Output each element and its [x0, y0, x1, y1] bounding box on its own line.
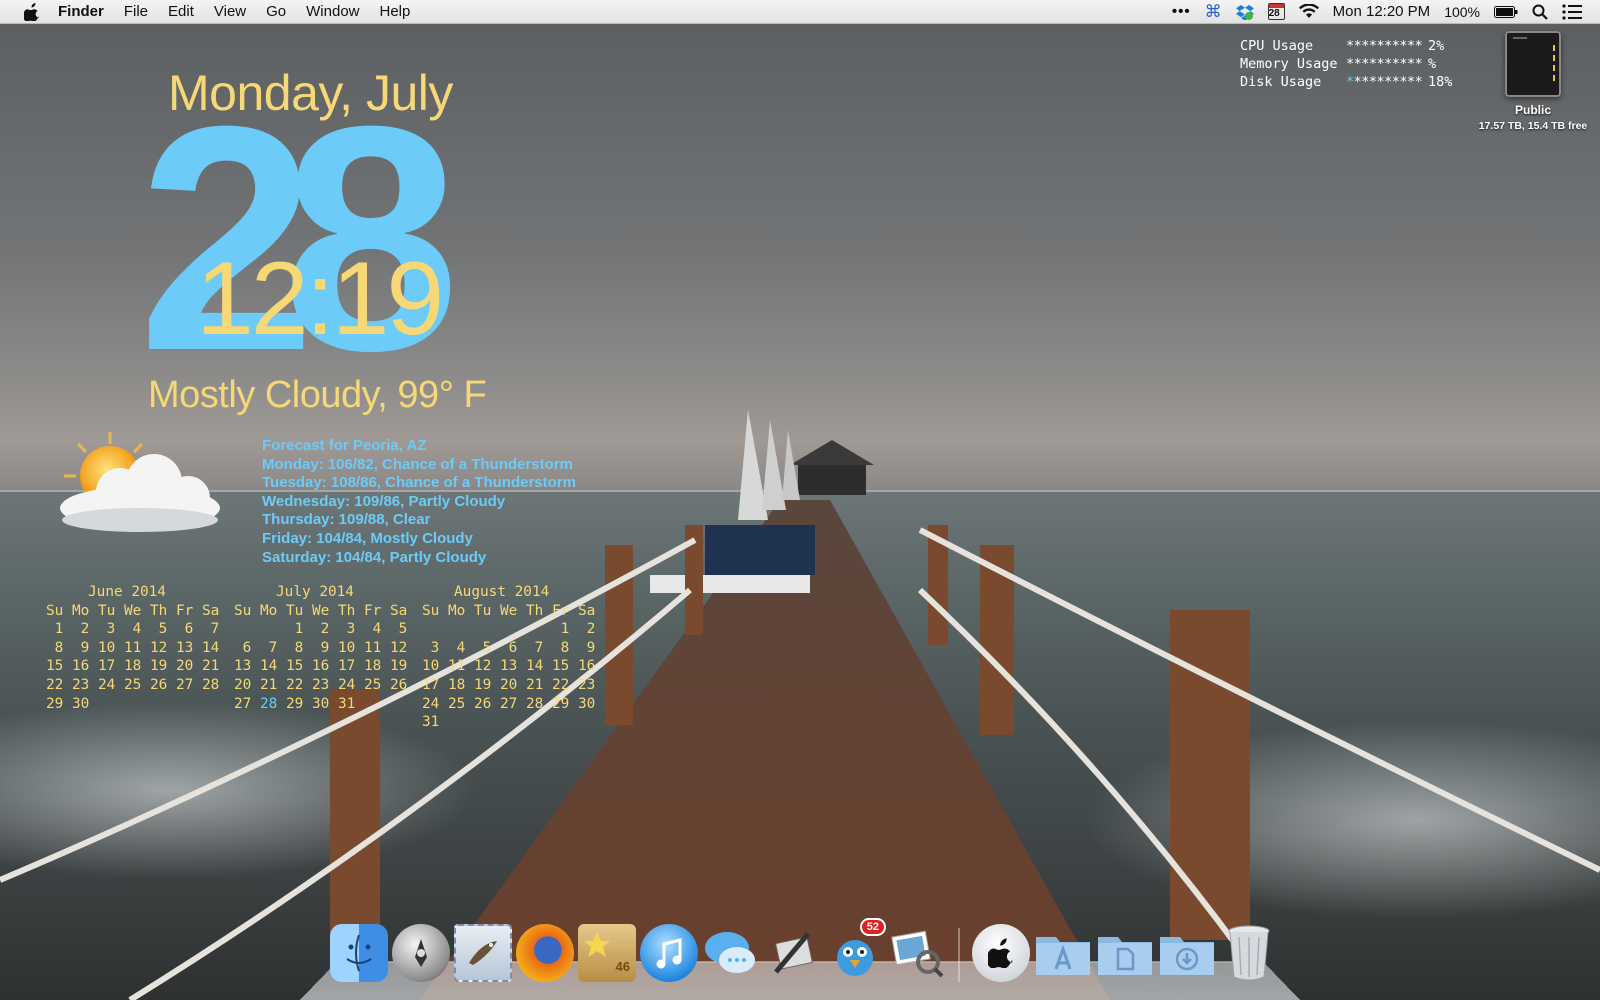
apple-folder-icon[interactable] [972, 924, 1030, 982]
calendar-week: 20 21 22 23 24 25 26 [234, 676, 408, 693]
search-icon[interactable] [1532, 4, 1548, 20]
menu-edit[interactable]: Edit [168, 3, 194, 20]
calendar-week: 8 9 10 11 12 13 14 [46, 639, 220, 656]
menu-clock[interactable]: Mon 12:20 PM [1333, 3, 1431, 20]
forecast-day: Friday: 104/84, Mostly Cloudy [262, 529, 473, 547]
calendar-week: 13 14 15 16 17 18 19 [234, 658, 408, 675]
calendar-days: 29 30 31 [277, 695, 356, 712]
wifi-icon[interactable] [1298, 4, 1319, 19]
forecast-day: Monday: 106/82, Chance of a Thunderstorm [262, 455, 573, 473]
system-stats: CPU Usage ********** 2% Memory Usage ***… [1240, 37, 1452, 91]
itunes-icon[interactable] [640, 924, 698, 982]
drive-icon[interactable] [1505, 31, 1561, 97]
calendar-week: 27 28 29 30 31 [234, 695, 407, 714]
calendar-week: 15 16 17 18 19 20 21 [46, 658, 220, 675]
calendar-icon[interactable]: 28 [1267, 3, 1285, 20]
calendar-title: August 2014 [454, 584, 550, 600]
menu-file[interactable]: File [124, 3, 148, 20]
current-weather: Mostly Cloudy, 99° F [148, 374, 487, 416]
calendar-days: 27 [234, 695, 260, 712]
preview-icon[interactable] [888, 924, 946, 982]
deliveries-count: 46 [615, 959, 630, 974]
calendar-week: 6 7 8 9 10 11 12 [234, 639, 408, 656]
calendar-weekday-header: Su Mo Tu We Th Fr Sa [422, 602, 596, 619]
calendar-week: 1 2 3 4 5 6 7 [46, 621, 220, 638]
menu-view[interactable]: View [214, 3, 246, 20]
battery-icon[interactable] [1494, 5, 1518, 18]
list-icon[interactable] [1562, 3, 1582, 20]
stat-bar: ********** [1346, 56, 1423, 72]
dropbox-icon[interactable] [1235, 4, 1254, 20]
applications-folder-icon[interactable] [1034, 924, 1092, 982]
calendar-week: 24 25 26 27 28 29 30 [422, 695, 596, 712]
clock-time: 12:19 [196, 241, 444, 357]
stat-row-cpu: CPU Usage ********** 2% [1240, 37, 1452, 55]
calendar-week: 3 4 5 6 7 8 9 [422, 639, 596, 656]
downloads-folder-icon[interactable] [1158, 924, 1216, 982]
launchpad-icon[interactable] [392, 924, 450, 982]
firefox-icon[interactable] [516, 924, 574, 982]
menu-help[interactable]: Help [380, 3, 411, 20]
calendar-week: 1 2 3 4 5 [234, 621, 408, 638]
stat-bar-filled: * [1346, 74, 1354, 90]
messages-icon[interactable] [702, 924, 760, 982]
stat-value: 2% [1428, 38, 1445, 54]
menu-window[interactable]: Window [306, 3, 359, 20]
finder-icon[interactable] [330, 924, 388, 982]
forecast-day: Tuesday: 108/86, Chance of a Thunderstor… [262, 474, 576, 492]
utilities-icon[interactable] [764, 924, 822, 982]
forecast-panel: Forecast for Peoria, AZ Monday: 106/82, … [262, 437, 576, 567]
stat-bar-empty: ********* [1353, 74, 1423, 90]
drive-name: Public [1514, 103, 1551, 117]
apple-icon[interactable] [22, 2, 42, 22]
more-icon[interactable]: ••• [1172, 3, 1191, 20]
tweetbot-icon[interactable]: 52 [826, 918, 886, 982]
documents-folder-icon[interactable] [1096, 924, 1154, 982]
drive-capacity: 17.57 TB, 15.4 TB free [1478, 120, 1588, 132]
menu-extras: ••• ⌘ 28 Mon 12:20 PM 100% [1172, 2, 1600, 22]
command-icon[interactable]: ⌘ [1205, 2, 1222, 22]
dock-separator [958, 928, 960, 982]
partly-cloudy-icon [50, 430, 230, 540]
calendar-today: 28 [260, 695, 278, 712]
tweetbot-badge: 52 [859, 918, 886, 936]
calendar-week: 22 23 24 25 26 27 28 [46, 676, 220, 693]
forecast-title: Forecast for Peoria, AZ [262, 437, 427, 454]
stat-label: CPU Usage [1240, 38, 1314, 54]
calendar-title: June 2014 [88, 584, 166, 600]
stat-row-disk: Disk Usage ********** 18% [1240, 73, 1452, 91]
stat-row-memory: Memory Usage ********** % [1240, 55, 1452, 73]
calendar-july: July 2014 Su Mo Tu We Th Fr Sa 1 2 3 4 5 … [234, 583, 407, 713]
trash-icon[interactable] [1220, 924, 1278, 982]
stat-label: Disk Usage [1240, 74, 1322, 90]
forecast-day: Wednesday: 109/86, Partly Cloudy [262, 492, 506, 510]
stat-bar-disk: ********** [1346, 73, 1428, 91]
calendar-weekday-header: Su Mo Tu We Th Fr Sa [46, 602, 220, 619]
calendar-week: 29 30 [46, 695, 90, 712]
forecast-day: Thursday: 109/88, Clear [262, 511, 431, 529]
stat-label: Memory Usage [1240, 56, 1338, 72]
stat-value: 18% [1428, 74, 1453, 90]
stat-value: % [1428, 56, 1437, 72]
calendar-weekday-header: Su Mo Tu We Th Fr Sa [234, 602, 408, 619]
menu-go[interactable]: Go [266, 3, 286, 20]
calendar-week: 10 11 12 13 14 15 16 [422, 658, 596, 675]
calendar-june: June 2014 Su Mo Tu We Th Fr Sa 1 2 3 4 5 … [46, 583, 219, 713]
menu-app-name[interactable]: Finder [58, 3, 104, 20]
deliveries-icon[interactable]: 46 [578, 924, 636, 982]
menu-bar: Finder File Edit View Go Window Help •••… [0, 0, 1600, 24]
forecast-day: Saturday: 104/84, Partly Cloudy [262, 548, 487, 566]
calendar-week: 17 18 19 20 21 22 23 [422, 676, 596, 693]
calendar-title: July 2014 [276, 584, 354, 600]
calendar-week: 1 2 [422, 621, 596, 638]
calendar-week: 31 [422, 714, 440, 731]
battery-percent[interactable]: 100% [1444, 4, 1480, 20]
mail-icon[interactable] [454, 924, 512, 982]
stat-bar: ********** [1346, 38, 1423, 54]
dock: 46 52 [330, 918, 1278, 982]
desktop-drive[interactable]: Public 17.57 TB, 15.4 TB free [1478, 31, 1588, 132]
calendar-august: August 2014 Su Mo Tu We Th Fr Sa 1 2 3 4 … [422, 583, 595, 732]
